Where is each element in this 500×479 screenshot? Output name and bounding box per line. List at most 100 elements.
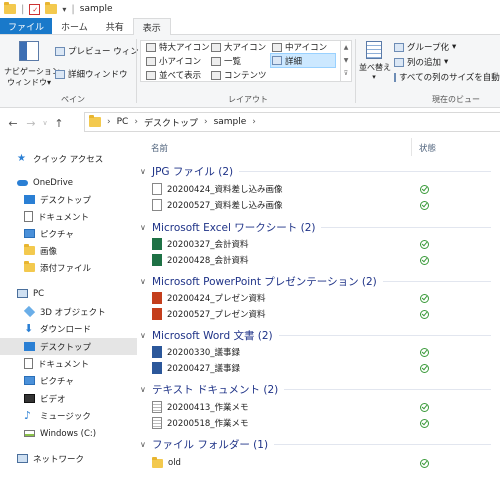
file-row[interactable]: 20200527_資料差し込み画像: [152, 197, 492, 213]
network-icon: [17, 454, 28, 463]
breadcrumb-pc[interactable]: PC: [117, 117, 129, 127]
file-row[interactable]: 20200424_プレゼン資料: [152, 290, 492, 306]
tab-share[interactable]: 共有: [97, 18, 133, 34]
file-name: 20200413_作業メモ: [167, 403, 249, 413]
small-icons-option[interactable]: 小アイコン: [146, 55, 201, 67]
breadcrumb-separator-icon: ›: [252, 117, 256, 127]
breadcrumb-separator-icon: ›: [203, 117, 208, 127]
excel-file-icon: [152, 238, 162, 250]
chevron-down-icon: ∨: [140, 384, 146, 394]
pictures-icon: [24, 376, 35, 385]
tiles-option[interactable]: 並べて表示: [146, 69, 201, 81]
title-bar: | ✓ ▾ | sample: [0, 0, 500, 18]
layout-scroll[interactable]: ▲ ▼ ⊽: [340, 41, 351, 81]
sidebar-item-quick-access[interactable]: ★ クイック アクセス: [0, 150, 137, 167]
sidebar-item-onedrive[interactable]: OneDrive: [0, 174, 137, 191]
sidebar-item-od-pictures[interactable]: ピクチャ: [0, 225, 137, 242]
tab-view[interactable]: 表示: [132, 18, 171, 35]
add-columns-button[interactable]: 列の追加 ▾: [394, 56, 448, 68]
group-header-text[interactable]: ∨ テキスト ドキュメント (2): [140, 379, 495, 399]
current-view-group-label: 現在のビュー: [432, 95, 480, 104]
sidebar-item-od-attachments[interactable]: 添付ファイル: [0, 259, 137, 276]
back-arrow-icon[interactable]: ←: [4, 117, 22, 130]
up-arrow-icon[interactable]: ↑: [50, 117, 68, 130]
sidebar-item-3d-objects[interactable]: 3D オブジェクト: [0, 303, 137, 320]
sidebar-item-label: ミュージック: [40, 411, 91, 422]
details-pane-button[interactable]: 詳細ウィンドウ: [55, 68, 128, 80]
file-row[interactable]: old: [152, 455, 492, 471]
group-header-folder[interactable]: ∨ ファイル フォルダー (1): [140, 434, 495, 454]
large-icons-option[interactable]: 大アイコン: [211, 41, 266, 53]
sidebar-item-od-desktop[interactable]: デスクトップ: [0, 191, 137, 208]
column-divider[interactable]: [411, 138, 412, 156]
size-all-columns-button[interactable]: すべての列のサイズを自動的: [394, 71, 500, 83]
address-bar[interactable]: › PC › デスクトップ › sample ›: [84, 112, 500, 132]
column-header-status[interactable]: 状態: [419, 139, 436, 156]
medium-icons-icon: [272, 42, 282, 52]
separator-icon: |: [21, 3, 25, 15]
chevron-down-icon: ▾: [46, 78, 51, 87]
sidebar-item-network[interactable]: ネットワーク: [0, 450, 137, 467]
powerpoint-file-icon: [152, 308, 162, 320]
sync-ok-icon: [420, 402, 429, 412]
sidebar-item-documents[interactable]: ドキュメント: [0, 355, 137, 372]
group-by-button[interactable]: グループ化 ▾: [394, 41, 456, 53]
file-row[interactable]: 20200327_会計資料: [152, 236, 492, 252]
sidebar-item-desktop[interactable]: デスクトップ: [0, 338, 137, 355]
group-header-powerpoint[interactable]: ∨ Microsoft PowerPoint プレゼンテーション (2): [140, 271, 495, 291]
breadcrumb-desktop[interactable]: デスクトップ: [144, 116, 198, 129]
file-row[interactable]: 20200518_作業メモ: [152, 415, 492, 431]
sidebar-item-label: クイック アクセス: [33, 154, 104, 165]
sidebar-item-od-documents[interactable]: ドキュメント: [0, 208, 137, 225]
navigation-pane-button[interactable]: ナビゲーション ウィンドウ▾: [4, 39, 60, 91]
file-name: 20200330_議事録: [167, 348, 241, 358]
sidebar-item-pc[interactable]: PC: [0, 285, 137, 302]
file-row[interactable]: 20200428_会計資料: [152, 252, 492, 268]
sidebar-item-music[interactable]: ♪ ミュージック: [0, 407, 137, 424]
sidebar-item-label: 添付ファイル: [40, 263, 92, 274]
file-row[interactable]: 20200413_作業メモ: [152, 399, 492, 415]
new-folder-icon[interactable]: [45, 2, 58, 14]
group-header-word[interactable]: ∨ Microsoft Word 文書 (2): [140, 325, 495, 345]
file-row[interactable]: 20200427_議事録: [152, 360, 492, 376]
small-icons-icon: [146, 56, 156, 66]
word-file-icon: [152, 346, 162, 358]
sidebar-item-videos[interactable]: ビデオ: [0, 390, 137, 407]
large-icons-icon: [211, 42, 221, 52]
pane-group-label: ペイン: [61, 95, 85, 104]
sync-ok-icon: [420, 418, 429, 428]
group-header-jpg[interactable]: ∨ JPG ファイル (2): [140, 161, 495, 181]
group-title: Microsoft PowerPoint プレゼンテーション (2): [152, 275, 377, 288]
star-icon: ★: [17, 153, 26, 164]
sort-button[interactable]: 並べ替え ▾: [359, 41, 391, 81]
medium-icons-option[interactable]: 中アイコン: [272, 41, 327, 53]
customize-quick-access-icon[interactable]: ▾: [62, 5, 66, 14]
navigation-pane: ★ クイック アクセス OneDrive デスクトップ ドキュメント ピクチャ 画…: [0, 146, 137, 479]
sync-ok-icon: [420, 239, 429, 249]
sidebar-item-windows-c[interactable]: Windows (C:): [0, 425, 137, 442]
file-row[interactable]: 20200527_プレゼン資料: [152, 306, 492, 322]
group-header-excel[interactable]: ∨ Microsoft Excel ワークシート (2): [140, 217, 495, 237]
file-list: 名前 状態 ∨ JPG ファイル (2) 20200424_資料差し込み画像 20…: [138, 138, 500, 479]
chevron-down-icon: ∨: [140, 276, 146, 286]
file-row[interactable]: 20200330_議事録: [152, 344, 492, 360]
forward-arrow-icon[interactable]: →: [22, 117, 40, 130]
desktop-icon: [24, 342, 35, 351]
sidebar-item-downloads[interactable]: ⬇ ダウンロード: [0, 320, 137, 337]
recent-locations-chevron-icon[interactable]: ∨: [40, 119, 50, 127]
details-option[interactable]: 詳細: [270, 53, 336, 68]
cube-icon: [23, 305, 36, 318]
tab-file[interactable]: ファイル: [0, 18, 53, 34]
properties-icon[interactable]: ✓: [29, 3, 41, 15]
content-option[interactable]: コンテンツ: [211, 69, 267, 81]
xl-icons-option[interactable]: 特大アイコン: [146, 41, 210, 53]
tab-home[interactable]: ホーム: [52, 18, 97, 34]
image-file-icon: [152, 199, 162, 211]
sidebar-item-od-images[interactable]: 画像: [0, 242, 137, 259]
file-row[interactable]: 20200424_資料差し込み画像: [152, 181, 492, 197]
sidebar-item-pictures[interactable]: ピクチャ: [0, 372, 137, 389]
breadcrumb-separator-icon: ›: [134, 117, 138, 127]
column-header-name[interactable]: 名前: [151, 139, 168, 156]
list-option[interactable]: 一覧: [211, 55, 241, 67]
breadcrumb-sample[interactable]: sample: [214, 117, 247, 127]
